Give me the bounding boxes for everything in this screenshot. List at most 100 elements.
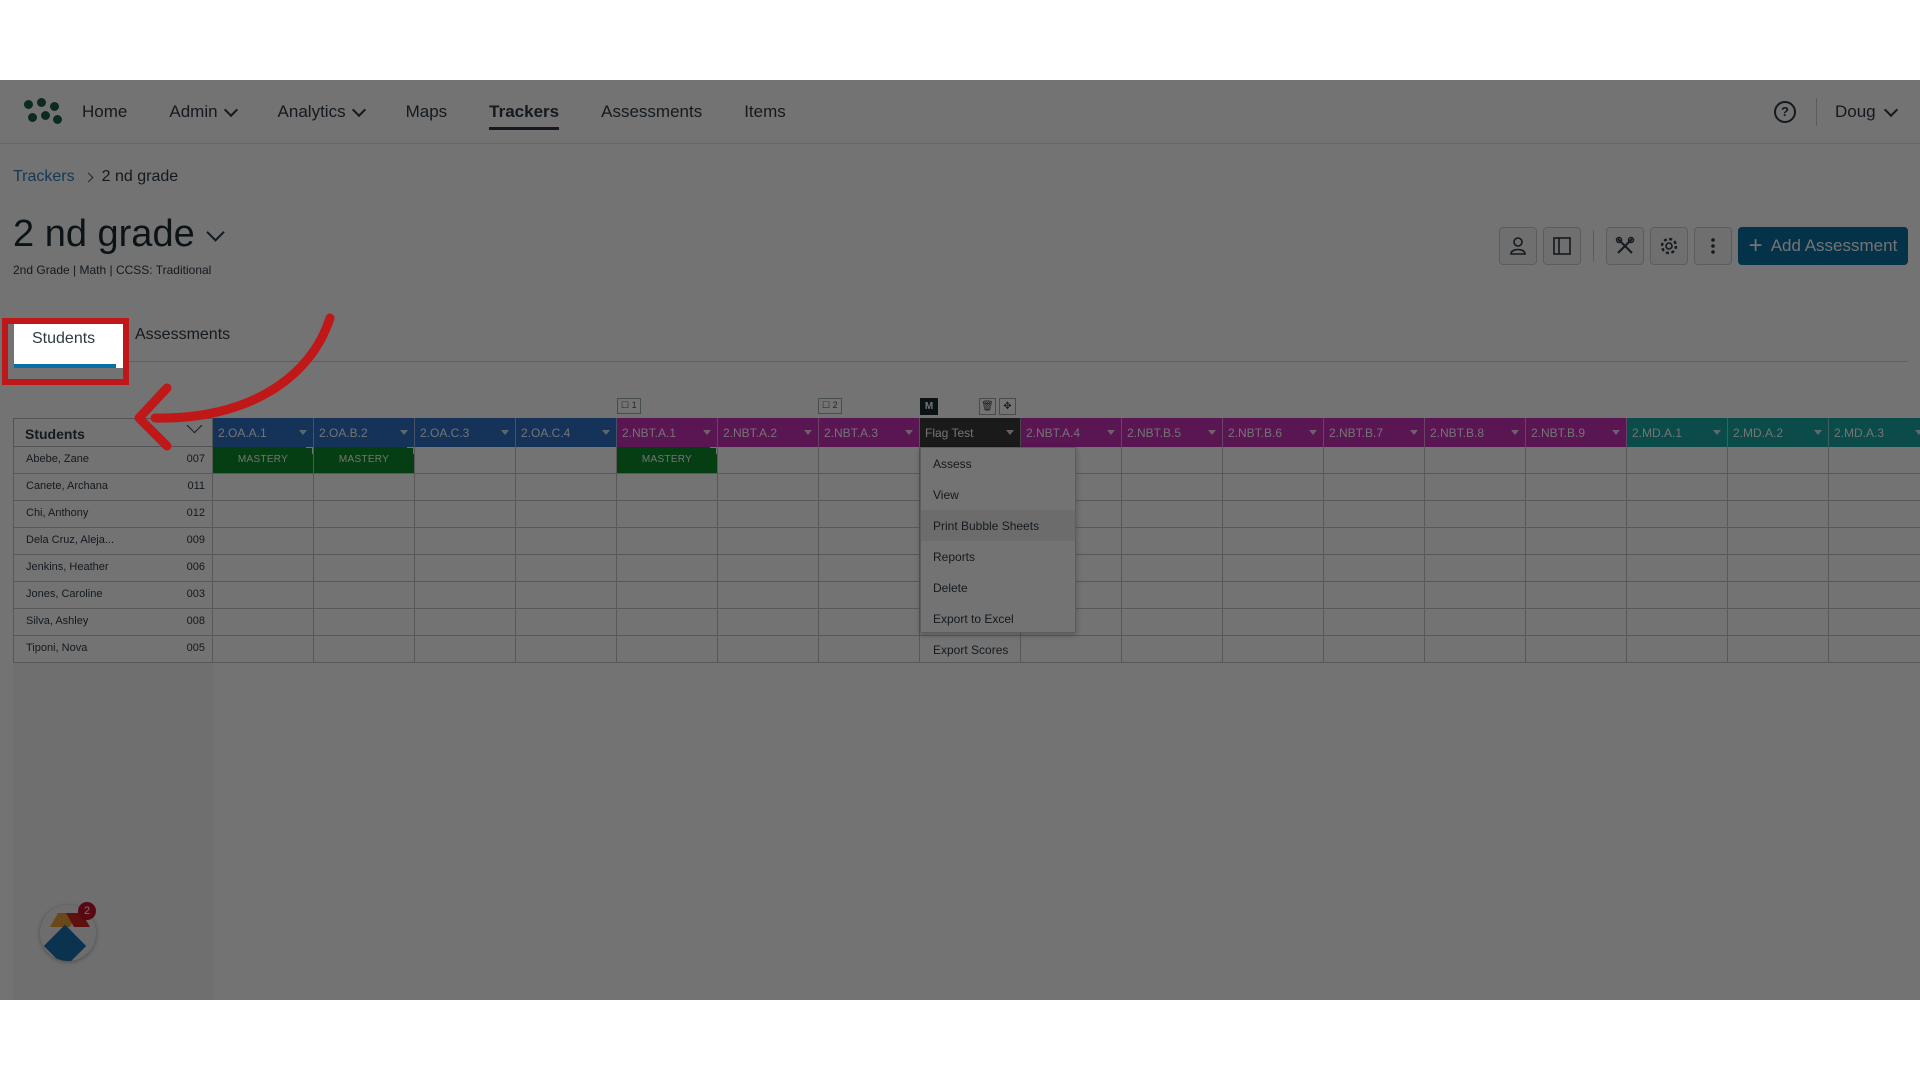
group-badge[interactable]: ☐ 1 (617, 398, 641, 414)
score-cell[interactable] (819, 609, 920, 636)
score-cell[interactable] (1324, 474, 1425, 501)
student-row[interactable]: Silva, Ashley 008 (13, 609, 213, 636)
score-cell[interactable] (1122, 609, 1223, 636)
score-cell[interactable] (718, 582, 819, 609)
nav-item-maps[interactable]: Maps (406, 80, 448, 144)
score-cell[interactable] (1526, 501, 1627, 528)
user-menu[interactable]: Doug (1835, 80, 1898, 144)
score-cell[interactable] (1627, 609, 1728, 636)
score-cell[interactable] (1122, 447, 1223, 474)
standard-column-header[interactable]: 2.MD.A.2 (1728, 418, 1829, 447)
more-options-button[interactable] (1694, 227, 1732, 265)
score-cell[interactable] (1324, 555, 1425, 582)
standard-column-header[interactable]: 2.OA.C.4 (516, 418, 617, 447)
menu-item-reports[interactable]: Reports (921, 541, 1075, 572)
score-cell[interactable] (1324, 528, 1425, 555)
score-cell[interactable] (415, 501, 516, 528)
score-cell[interactable] (1122, 474, 1223, 501)
score-cell[interactable] (617, 474, 718, 501)
score-cell[interactable] (415, 474, 516, 501)
score-cell[interactable] (1728, 474, 1829, 501)
nav-item-trackers[interactable]: Trackers (489, 80, 559, 144)
score-cell[interactable] (718, 501, 819, 528)
score-cell[interactable] (1627, 474, 1728, 501)
score-cell[interactable] (1122, 582, 1223, 609)
score-cell[interactable] (314, 555, 415, 582)
score-cell[interactable] (213, 582, 314, 609)
score-cell[interactable] (213, 501, 314, 528)
breadcrumb-trackers-link[interactable]: Trackers (13, 168, 75, 186)
standard-column-header[interactable]: 2.MD.A.1 (1627, 418, 1728, 447)
score-cell[interactable] (516, 474, 617, 501)
menu-item-view[interactable]: View (921, 479, 1075, 510)
score-cell[interactable] (819, 474, 920, 501)
score-cell[interactable] (1526, 582, 1627, 609)
standard-column-header[interactable]: 2.NBT.A.2 (718, 418, 819, 447)
score-cell[interactable] (415, 582, 516, 609)
score-cell[interactable] (819, 501, 920, 528)
menu-item-assess[interactable]: Assess (921, 448, 1075, 479)
score-cell[interactable] (314, 609, 415, 636)
score-cell[interactable] (1425, 528, 1526, 555)
score-cell[interactable] (1829, 474, 1920, 501)
standard-column-header[interactable]: 2.NBT.A.1 (617, 418, 718, 447)
score-cell[interactable] (819, 447, 920, 474)
nav-item-home[interactable]: Home (82, 80, 127, 144)
score-cell[interactable] (819, 582, 920, 609)
score-cell[interactable] (415, 555, 516, 582)
score-cell[interactable] (213, 609, 314, 636)
menu-item-export-scores[interactable]: Export Scores (921, 634, 1075, 665)
student-row[interactable]: Jones, Caroline 003 (13, 582, 213, 609)
score-cell[interactable] (314, 501, 415, 528)
score-cell[interactable] (1223, 528, 1324, 555)
score-cell[interactable] (1122, 636, 1223, 663)
score-cell[interactable] (1728, 555, 1829, 582)
nav-item-analytics[interactable]: Analytics (278, 80, 366, 144)
score-cell[interactable] (617, 609, 718, 636)
score-cell[interactable] (1728, 528, 1829, 555)
score-cell[interactable] (1526, 555, 1627, 582)
standard-column-header[interactable]: 2.NBT.A.3 (819, 418, 920, 447)
score-cell[interactable] (1223, 582, 1324, 609)
score-cell[interactable] (1425, 447, 1526, 474)
score-cell[interactable] (1728, 636, 1829, 663)
menu-item-delete[interactable]: Delete (921, 572, 1075, 603)
score-cell[interactable] (1728, 609, 1829, 636)
score-cell[interactable] (1627, 555, 1728, 582)
logo-icon[interactable] (24, 98, 62, 126)
score-cell[interactable] (1829, 582, 1920, 609)
menu-item-print-bubble-sheets[interactable]: Print Bubble Sheets (921, 510, 1075, 541)
score-cell[interactable] (1627, 636, 1728, 663)
score-cell[interactable] (1223, 501, 1324, 528)
standard-column-header[interactable]: 2.NBT.A.4 (1021, 418, 1122, 447)
score-cell[interactable] (617, 636, 718, 663)
score-cell[interactable] (718, 555, 819, 582)
score-cell[interactable] (1223, 447, 1324, 474)
score-cell[interactable] (516, 528, 617, 555)
score-cell[interactable] (1425, 501, 1526, 528)
score-cell[interactable] (1728, 582, 1829, 609)
score-cell[interactable] (314, 636, 415, 663)
student-view-button[interactable] (1499, 227, 1537, 265)
nav-item-items[interactable]: Items (744, 80, 786, 144)
score-cell[interactable] (1829, 501, 1920, 528)
standard-column-header[interactable]: 2.OA.C.3 (415, 418, 516, 447)
tracker-title-dropdown[interactable]: 2 nd grade (13, 213, 225, 256)
settings-button[interactable] (1650, 227, 1688, 265)
score-cell[interactable] (617, 528, 718, 555)
standard-column-header[interactable]: 2.NBT.B.9 (1526, 418, 1627, 447)
score-cell[interactable] (1223, 636, 1324, 663)
score-cell[interactable] (314, 528, 415, 555)
score-cell[interactable] (718, 609, 819, 636)
score-cell[interactable] (1425, 474, 1526, 501)
standard-column-header[interactable]: 2.NBT.B.6 (1223, 418, 1324, 447)
panel-toggle-button[interactable] (1543, 227, 1581, 265)
score-cell[interactable] (415, 636, 516, 663)
score-cell[interactable] (617, 501, 718, 528)
score-cell[interactable] (1324, 609, 1425, 636)
score-cell[interactable] (314, 474, 415, 501)
score-cell[interactable] (1425, 582, 1526, 609)
score-cell[interactable] (213, 555, 314, 582)
add-assessment-button[interactable]: + Add Assessment (1738, 227, 1908, 265)
score-cell[interactable] (516, 609, 617, 636)
